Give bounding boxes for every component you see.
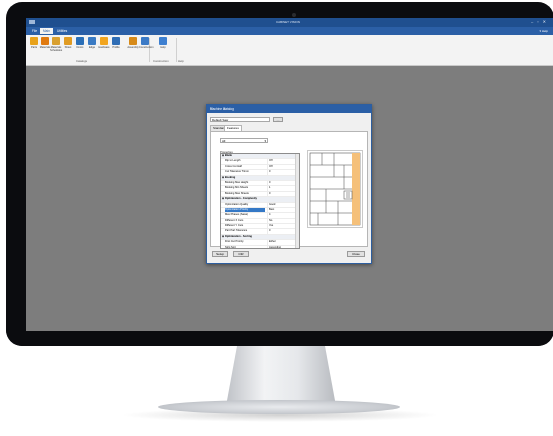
ribbon-button-profile[interactable]: Profile: [110, 37, 122, 57]
property-row[interactable]: Strip Sort Ascending: [221, 245, 299, 249]
parts-icon: [30, 37, 38, 45]
setup-button[interactable]: Setup: [212, 251, 228, 257]
ribbon-button-materials-schedules[interactable]: Materials Schedules: [50, 37, 62, 57]
ribbon-button-label: Construction: [139, 46, 154, 49]
sheet-icon: [64, 37, 72, 45]
ribbon-button-label: Hardware: [98, 46, 110, 49]
feature-filter-select[interactable]: All ▾: [220, 138, 268, 143]
ribbon-button-label: Materials Schedules: [50, 46, 63, 52]
quick-access-icon[interactable]: [29, 20, 35, 24]
edge-icon: [88, 37, 96, 45]
machine-select[interactable]: Default Saw: [210, 117, 270, 122]
property-name: Rip to Length: [225, 159, 241, 163]
monitor-stand: [226, 346, 336, 406]
dialog-title-bar: Machine Catalog ? ✕: [207, 105, 371, 113]
property-name: Cut Tolerance Trimm: [225, 170, 249, 174]
menu-tab-file[interactable]: File: [29, 28, 40, 34]
cut-layout-diagram: [309, 152, 361, 226]
property-name: Different Y Cuts: [225, 224, 244, 228]
menu-tab-utilities[interactable]: Utilities: [54, 28, 70, 34]
property-name: Optimization Quality: [225, 202, 249, 206]
doors-icon: [76, 37, 84, 45]
property-name: Max Phases (Saws): [225, 213, 249, 217]
profile-icon: [112, 37, 120, 45]
monitor-base: [158, 400, 400, 414]
property-grid-scrollbar[interactable]: [295, 154, 299, 248]
group-label-help: Help: [178, 59, 184, 63]
menu-bar: File Main Utilities ▾ Help: [26, 27, 553, 35]
property-grid[interactable]: ⊟ Blank Rip to Length Off Cross Cut Half Off…: [220, 153, 300, 249]
group-label-construction: Construction: [153, 59, 169, 63]
ribbon-button-sheet[interactable]: Sheet: [62, 37, 74, 57]
property-name: Different X Cuts: [225, 218, 244, 222]
camera: [292, 13, 296, 17]
ribbon-button-construction[interactable]: Construction: [139, 37, 154, 57]
ribbon-button-assembly[interactable]: Assembly: [127, 37, 139, 57]
monitor-chin: [6, 330, 553, 346]
close-button[interactable]: Close: [347, 251, 365, 257]
ribbon-button-label: Edge: [88, 46, 96, 49]
ribbon-button-label: Sheet: [64, 46, 72, 49]
property-name: First Cut Priority: [225, 240, 244, 244]
ribbon-button-label: Assembly: [127, 46, 139, 49]
title-bar: CABINET VISION –▫✕: [26, 18, 553, 27]
property-name: ⊟ Optimization - Sorting: [222, 234, 252, 238]
ribbon-button-label: Help: [160, 46, 166, 49]
ribbon-button-hardware[interactable]: Hardware: [98, 37, 110, 57]
ribbon-button-label: Doors: [76, 46, 84, 49]
features-panel: All ▾ Properties ⊟ Blank Rip to Length Off…: [210, 131, 368, 249]
property-name: Strip Sort: [225, 245, 236, 249]
help-icon: [159, 37, 167, 45]
property-name: ⊟ Booking: [222, 175, 236, 179]
feature-filter-value: All: [222, 139, 226, 143]
materials-icon: [41, 37, 49, 45]
menu-tab-main[interactable]: Main: [40, 28, 53, 34]
machine-catalog-dialog: Machine Catalog ? ✕ Default Saw ··· Stan…: [206, 104, 372, 264]
help-menu[interactable]: ▾ Help: [539, 29, 548, 33]
ribbon-button-doors[interactable]: Doors: [74, 37, 86, 57]
machine-options-button[interactable]: ···: [273, 117, 283, 122]
assembly-icon: [129, 37, 137, 45]
ribbon-button-edge[interactable]: Edge: [86, 37, 98, 57]
property-name: Booking Min Sheets: [225, 186, 249, 190]
property-name: Booking Max Sheets: [225, 191, 249, 195]
property-name: ⊟ Blank: [222, 154, 232, 157]
ribbon-button-help[interactable]: Help: [157, 37, 169, 57]
construction-icon: [141, 37, 149, 45]
chevron-down-icon: ▾: [264, 139, 266, 143]
hardware-icon: [100, 37, 108, 45]
ribbon-button-label: Profile: [112, 46, 120, 49]
group-label-catalogs: Catalogs: [76, 59, 88, 63]
property-name: Cross Cut Half: [225, 164, 242, 168]
property-name: Optimization Priority: [225, 207, 265, 213]
ctr-button[interactable]: CtR: [233, 251, 249, 257]
app-title: CABINET VISION: [276, 20, 300, 24]
cut-pattern-preview: [307, 150, 363, 228]
property-name: Part Part Tolerance: [225, 229, 248, 233]
ribbon: Catalogs Construction Help Parts Material…: [26, 35, 553, 66]
window-controls[interactable]: –▫✕: [531, 19, 550, 24]
screen: CABINET VISION –▫✕ File Main Utilities ▾…: [26, 18, 553, 331]
dialog-controls[interactable]: ? ✕: [210, 107, 367, 111]
group-separator: [176, 38, 177, 62]
materials-schedules-icon: [52, 37, 60, 45]
property-name: ⊟ Optimization - Complexity: [222, 197, 257, 201]
property-name: Booking Max Height: [225, 180, 249, 184]
